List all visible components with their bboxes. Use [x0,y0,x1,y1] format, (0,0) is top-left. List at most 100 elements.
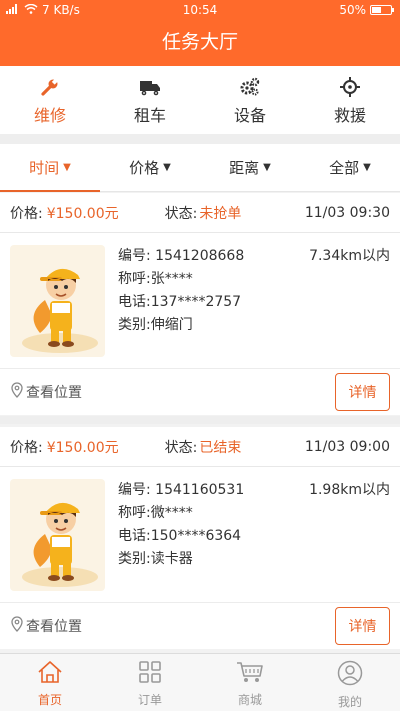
crosshair-icon [340,76,360,98]
user-icon [337,660,363,690]
filter-all[interactable]: 全部 ▼ [300,144,400,191]
order-type: 读卡器 [150,551,193,567]
order-type-row: 类别:读卡器 [118,548,244,571]
battery-icon [370,5,394,15]
tab-mine[interactable]: 我的 [300,654,400,711]
order-number-row: 编号: 1541160531 [118,479,244,502]
order-name-row: 称呼:微**** [118,502,244,525]
price-label: 价格: [10,439,43,456]
order-date: 11/03 09:00 [304,438,390,455]
location-pin-icon [10,382,24,402]
order-footer: 查看位置 详情 [0,603,400,649]
filter-label: 全部 [329,159,360,177]
tab-label: 首页 [37,693,62,707]
price-value: ¥150.00元 [46,205,119,222]
number-label: 编号: [118,248,151,264]
order-card: 价格: ¥150.00元 状态: 已结束 11/03 09:00 编号: 154… [0,427,400,649]
gears-icon [239,76,261,98]
caret-down-icon: ▼ [63,162,71,173]
category-label: 维修 [33,106,66,125]
detail-button[interactable]: 详情 [335,373,390,411]
number-label: 编号: [118,482,151,498]
cart-icon [236,660,264,688]
location-pin-icon [10,616,24,636]
bottom-tab-bar: 首页 订单 商城 我的 [0,653,400,711]
tab-label: 商城 [237,693,262,707]
status-label: 状态: [164,439,198,456]
tab-mall[interactable]: 商城 [200,654,300,711]
status-badge: 已结束 [199,439,242,456]
tab-home[interactable]: 首页 [0,654,100,711]
order-header: 价格: ¥150.00元 状态: 未抢单 11/03 09:30 [0,193,400,233]
category-label: 救援 [333,106,366,125]
name-label: 称呼: [118,505,151,521]
type-label: 类别: [118,551,151,567]
filter-label: 距离 [229,159,260,177]
phone-label: 电话: [118,294,151,310]
detail-button[interactable]: 详情 [335,607,390,645]
customer-name: 微**** [150,505,193,521]
order-phone-row: 电话:137****2757 [118,291,244,314]
wrench-icon [40,76,60,98]
order-number-row: 编号: 1541208668 [118,245,244,268]
tab-orders[interactable]: 订单 [100,654,200,711]
order-type-row: 类别:伸缩门 [118,314,244,337]
filter-time[interactable]: 时间 ▼ [0,144,100,192]
order-body[interactable]: 编号: 1541160531 称呼:微**** 电话:150****6364 类… [0,467,400,603]
category-equipment[interactable]: 设备 [200,66,300,134]
filter-label: 价格 [129,159,160,177]
view-location-label: 查看位置 [26,619,82,635]
order-distance: 7.34km以内 [309,248,390,264]
order-type: 伸缩门 [150,317,193,333]
battery-percent: 50% [339,3,366,17]
price-label: 价格: [10,205,43,222]
type-label: 类别: [118,317,151,333]
tab-label: 订单 [137,693,162,707]
category-bar: 维修 租车 设备 救援 [0,66,400,134]
filter-distance[interactable]: 距离 ▼ [200,144,300,191]
category-label: 租车 [133,106,166,125]
category-rent-car[interactable]: 租车 [100,66,200,134]
phone-label: 电话: [118,528,151,544]
view-location-label: 查看位置 [26,385,82,401]
order-header: 价格: ¥150.00元 状态: 已结束 11/03 09:00 [0,427,400,467]
grid-icon [138,660,162,688]
customer-phone: 150****6364 [150,528,242,544]
order-number: 1541208668 [155,248,245,264]
status-label: 状态: [164,205,198,222]
caret-down-icon: ▼ [363,162,371,173]
price-value: ¥150.00元 [46,439,119,456]
status-badge: 未抢单 [199,205,242,222]
home-icon [37,660,63,688]
status-right: 50% [339,3,394,17]
section-gap [0,134,400,144]
worker-avatar [10,479,105,591]
name-label: 称呼: [118,271,151,287]
order-info: 编号: 1541208668 称呼:张**** 电话:137****2757 类… [118,245,244,337]
order-date: 11/03 09:30 [304,204,390,221]
status-bar: 7 KB/s 10:54 50% [0,0,400,20]
order-number: 1541160531 [155,482,245,498]
customer-name: 张**** [150,271,193,287]
view-location-link[interactable]: 查看位置 [10,382,82,402]
order-body[interactable]: 编号: 1541208668 称呼:张**** 电话:137****2757 类… [0,233,400,369]
tab-label: 我的 [337,695,362,709]
order-footer: 查看位置 详情 [0,369,400,415]
worker-avatar [10,245,105,357]
filter-bar: 时间 ▼ 价格 ▼ 距离 ▼ 全部 ▼ [0,144,400,192]
order-name-row: 称呼:张**** [118,268,244,291]
category-rescue[interactable]: 救援 [300,66,400,134]
order-distance: 1.98km以内 [309,482,390,498]
order-phone-row: 电话:150****6364 [118,525,244,548]
category-label: 设备 [233,106,266,125]
truck-icon [139,76,161,98]
caret-down-icon: ▼ [163,162,171,173]
order-card: 价格: ¥150.00元 状态: 未抢单 11/03 09:30 编号: 154… [0,193,400,415]
order-info: 编号: 1541160531 称呼:微**** 电话:150****6364 类… [118,479,244,571]
filter-price[interactable]: 价格 ▼ [100,144,200,191]
page-title: 任务大厅 [0,20,400,66]
view-location-link[interactable]: 查看位置 [10,616,82,636]
card-separator [0,416,400,424]
customer-phone: 137****2757 [150,294,242,310]
category-repair[interactable]: 维修 [0,66,100,134]
